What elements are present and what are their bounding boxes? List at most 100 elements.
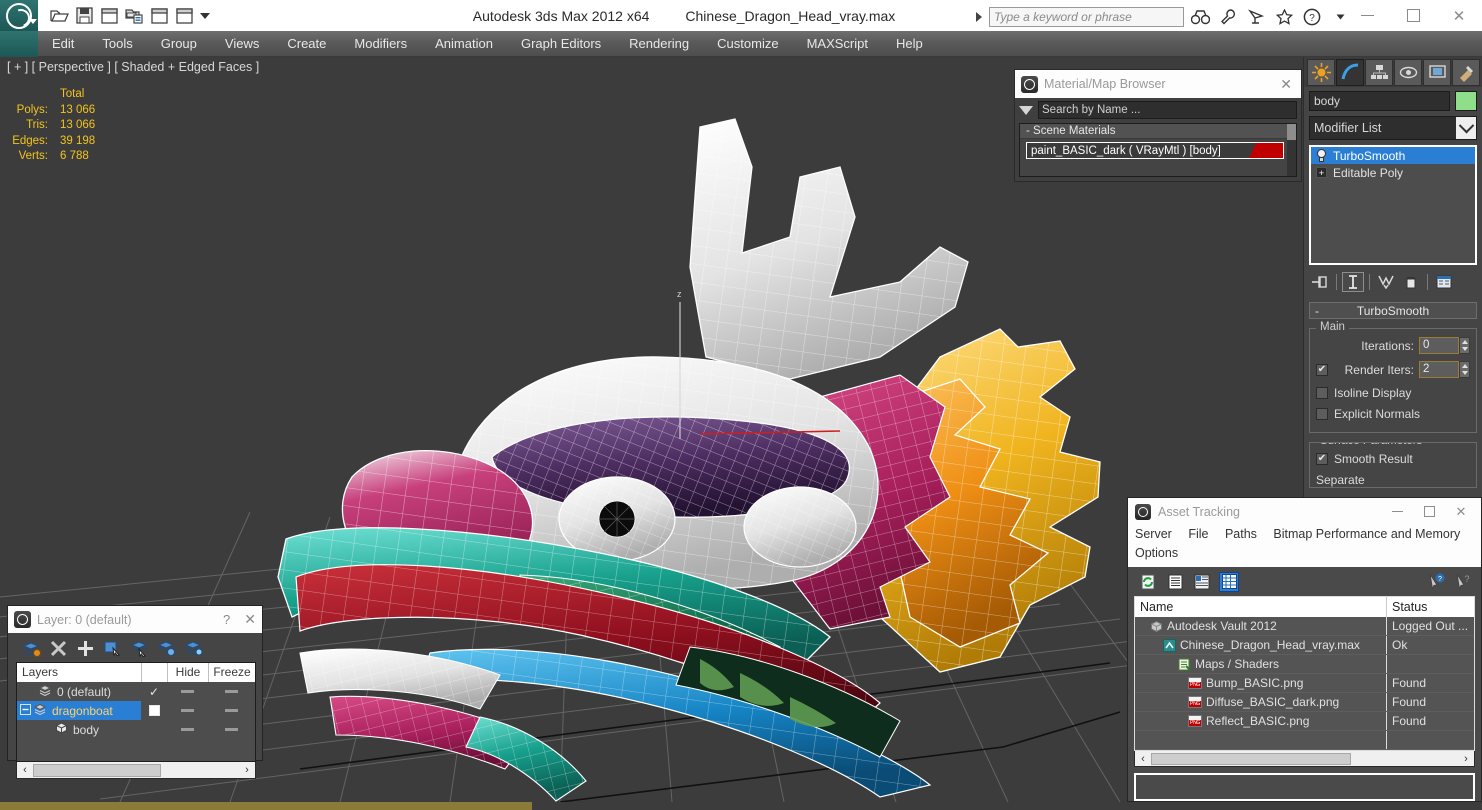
isoline-display-checkbox[interactable] bbox=[1316, 387, 1328, 399]
material-browser-close-button[interactable]: ✕ bbox=[1280, 76, 1295, 93]
menu-item-rendering[interactable]: Rendering bbox=[615, 31, 703, 57]
render-iters-checkbox[interactable] bbox=[1316, 363, 1328, 376]
menu-item-help[interactable]: Help bbox=[882, 31, 937, 57]
layer-hide-toggle[interactable] bbox=[167, 690, 208, 693]
question-icon[interactable]: ? bbox=[1300, 6, 1324, 28]
menu-item-create[interactable]: Create bbox=[273, 31, 340, 57]
menu-item-options[interactable]: Options bbox=[1135, 546, 1178, 560]
scroll-right-arrow[interactable]: › bbox=[1458, 753, 1474, 765]
scene-materials-group[interactable]: - Scene Materials bbox=[1020, 124, 1296, 139]
explicit-normals-row[interactable]: Explicit Normals bbox=[1316, 405, 1470, 423]
material-browser-list[interactable]: - Scene Materials paint_BASIC_dark ( VRa… bbox=[1019, 123, 1297, 177]
configure-modifier-sets-icon[interactable] bbox=[1433, 272, 1455, 292]
menu-item-server[interactable]: Server bbox=[1135, 527, 1172, 541]
modifier-stack-item-editable-poly[interactable]: + Editable Poly bbox=[1311, 164, 1475, 181]
layer-properties-icon[interactable] bbox=[184, 639, 203, 658]
object-name-input[interactable]: body bbox=[1309, 91, 1450, 111]
menu-item-customize[interactable]: Customize bbox=[703, 31, 792, 57]
table-row[interactable]: Maps / Shaders bbox=[1135, 655, 1474, 674]
menu-item-animation[interactable]: Animation bbox=[421, 31, 507, 57]
isoline-display-row[interactable]: Isoline Display bbox=[1316, 384, 1470, 402]
column-status[interactable]: Status bbox=[1386, 597, 1474, 617]
menu-item-group[interactable]: Group bbox=[147, 31, 211, 57]
chevron-down-icon[interactable] bbox=[1456, 117, 1476, 139]
smooth-result-row[interactable]: Smooth Result bbox=[1316, 450, 1470, 468]
redo-icon[interactable] bbox=[173, 5, 195, 27]
column-name[interactable]: Name bbox=[1135, 597, 1386, 617]
render-iters-input[interactable]: 2 bbox=[1419, 361, 1459, 378]
layer-row-dragonboat[interactable]: dragonboat bbox=[17, 701, 255, 720]
layer-dialog-help-button[interactable]: ? bbox=[223, 612, 244, 627]
scroll-thumb[interactable] bbox=[33, 763, 161, 777]
detail-view-icon[interactable] bbox=[1192, 572, 1212, 592]
undo-icon[interactable] bbox=[148, 5, 170, 27]
asset-tracking-close-button[interactable]: ✕ bbox=[1445, 498, 1477, 525]
asset-status-field[interactable] bbox=[1134, 773, 1475, 801]
select-objects-in-layer-icon[interactable] bbox=[103, 639, 122, 658]
satellite-icon[interactable] bbox=[1244, 6, 1268, 28]
help-pointer-icon[interactable]: ? bbox=[1426, 572, 1446, 592]
asset-horizontal-scrollbar[interactable]: ‹ › bbox=[1134, 751, 1475, 767]
grid-view-icon[interactable] bbox=[1219, 571, 1239, 592]
quick-access-dropdown-icon[interactable] bbox=[200, 12, 210, 19]
asset-tracking-title-bar[interactable]: Asset Tracking ✕ bbox=[1128, 498, 1481, 525]
refresh-icon[interactable] bbox=[1138, 572, 1158, 592]
delete-layer-icon[interactable] bbox=[49, 639, 68, 658]
add-selection-to-layer-icon[interactable] bbox=[76, 639, 95, 658]
hierarchy-tab[interactable] bbox=[1365, 59, 1393, 86]
layer-freeze-toggle[interactable] bbox=[208, 728, 255, 731]
binoculars-icon[interactable] bbox=[1188, 6, 1212, 28]
open-file-icon[interactable] bbox=[48, 5, 70, 27]
material-browser-scrollbar[interactable] bbox=[1287, 124, 1296, 176]
layer-current-check[interactable]: ✓ bbox=[141, 685, 167, 699]
scroll-thumb[interactable] bbox=[1151, 752, 1351, 765]
render-iters-spinner[interactable] bbox=[1459, 361, 1470, 378]
list-view-icon[interactable] bbox=[1165, 572, 1185, 592]
application-menu-button[interactable] bbox=[0, 0, 38, 31]
asset-table[interactable]: Name Status Autodesk Vault 2012 Logged O… bbox=[1134, 596, 1475, 751]
layer-list[interactable]: Layers Hide Freeze 0 (default) ✓ dragonb… bbox=[16, 662, 256, 762]
layer-dialog-title-bar[interactable]: Layer: 0 (default) ? ✕ bbox=[8, 606, 262, 633]
layer-row-body[interactable]: body bbox=[17, 720, 255, 739]
highlight-selected-objects-layer-icon[interactable] bbox=[130, 639, 149, 658]
menu-item-graph-editors[interactable]: Graph Editors bbox=[507, 31, 615, 57]
layer-current-box[interactable] bbox=[141, 705, 167, 716]
table-row[interactable]: Diffuse_BASIC_dark.png Found bbox=[1135, 693, 1474, 712]
material-browser-title-bar[interactable]: Material/Map Browser ✕ bbox=[1015, 70, 1301, 98]
layer-hide-toggle[interactable] bbox=[167, 709, 208, 712]
layer-horizontal-scrollbar[interactable]: ‹ › bbox=[16, 762, 256, 779]
viewport-label[interactable]: [ + ] [ Perspective ] [ Shaded + Edged F… bbox=[7, 60, 259, 74]
layer-row-default[interactable]: 0 (default) ✓ bbox=[17, 682, 255, 701]
minimize-button[interactable] bbox=[1344, 0, 1390, 31]
display-tab[interactable] bbox=[1423, 59, 1451, 86]
save-file-icon[interactable] bbox=[73, 5, 95, 27]
scroll-right-arrow[interactable]: › bbox=[239, 764, 255, 776]
star-icon[interactable] bbox=[1272, 6, 1296, 28]
rollout-collapse-icon[interactable]: - bbox=[1315, 304, 1319, 318]
modifier-stack[interactable]: TurboSmooth + Editable Poly bbox=[1309, 145, 1477, 265]
menu-item-views[interactable]: Views bbox=[211, 31, 273, 57]
iterations-spinner[interactable] bbox=[1459, 337, 1470, 354]
search-input[interactable]: Type a keyword or phrase bbox=[989, 7, 1184, 27]
layer-dialog-close-button[interactable]: ✕ bbox=[244, 611, 256, 628]
turbosmooth-rollout-header[interactable]: - TurboSmooth bbox=[1309, 302, 1477, 319]
scroll-left-arrow[interactable]: ‹ bbox=[1135, 753, 1151, 765]
infocenter-expand-icon[interactable] bbox=[976, 12, 982, 22]
layer-freeze-toggle[interactable] bbox=[208, 709, 255, 712]
material-search-input[interactable]: Search by Name ... bbox=[1038, 101, 1297, 119]
lightbulb-icon[interactable] bbox=[1314, 149, 1329, 163]
create-tab[interactable] bbox=[1307, 59, 1335, 86]
utilities-tab[interactable] bbox=[1452, 59, 1480, 86]
menu-item-paths[interactable]: Paths bbox=[1225, 527, 1257, 541]
context-help-icon[interactable]: ? bbox=[1453, 572, 1473, 592]
table-row[interactable]: Chinese_Dragon_Head_vray.max Ok bbox=[1135, 636, 1474, 655]
remove-modifier-icon[interactable] bbox=[1400, 272, 1422, 292]
material-list-item[interactable]: paint_BASIC_dark ( VRayMtl ) [body] bbox=[1026, 142, 1284, 159]
menu-item-bitmap-performance[interactable]: Bitmap Performance and Memory bbox=[1273, 527, 1460, 541]
material-browser-options-icon[interactable] bbox=[1019, 105, 1033, 115]
scroll-left-arrow[interactable]: ‹ bbox=[17, 764, 33, 776]
wrench-icon[interactable] bbox=[1216, 6, 1240, 28]
project-folder-icon[interactable] bbox=[123, 5, 145, 27]
menu-item-file[interactable]: File bbox=[1188, 527, 1208, 541]
layer-freeze-toggle[interactable] bbox=[208, 690, 255, 693]
